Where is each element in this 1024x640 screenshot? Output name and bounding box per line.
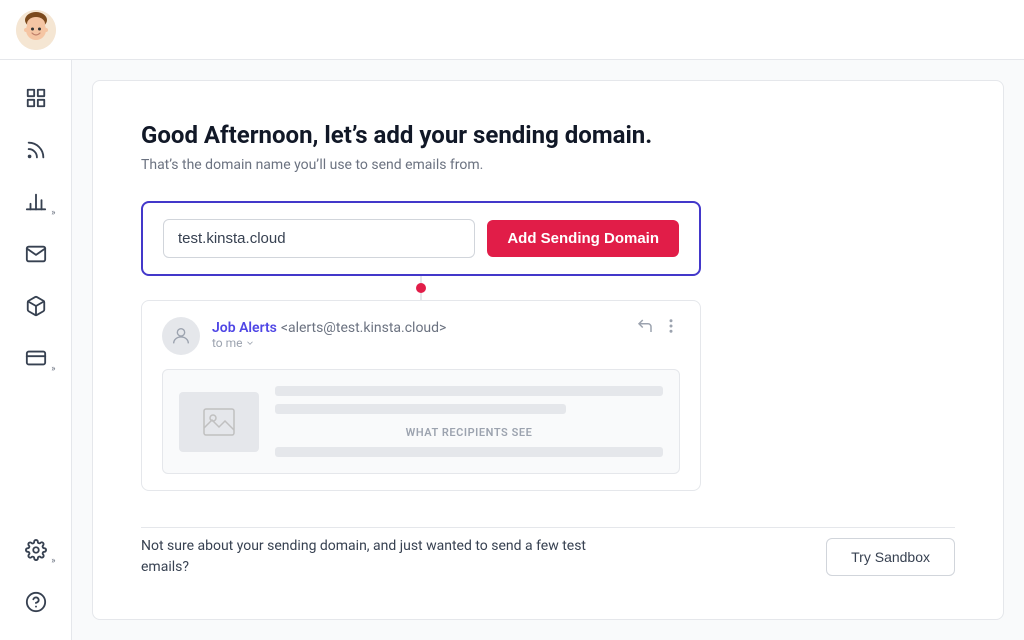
chevron-down-icon — [245, 338, 255, 348]
domain-input-box: Add Sending Domain — [141, 201, 701, 276]
grid-icon — [25, 87, 47, 109]
bottom-text: Not sure about your sending domain, and … — [141, 536, 621, 578]
bar-chart-icon — [25, 191, 47, 213]
chevron-icon: » — [51, 208, 55, 218]
template-icon — [25, 295, 47, 317]
sidebar-item-billing[interactable]: » — [14, 336, 58, 380]
placeholder-line-3 — [275, 447, 663, 457]
recipients-label: WHAT RECIPIENTS SEE — [275, 426, 663, 439]
header — [0, 0, 1024, 60]
try-sandbox-button[interactable]: Try Sandbox — [826, 538, 955, 576]
domain-input[interactable] — [163, 219, 475, 258]
email-actions — [636, 317, 680, 335]
content-card: Good Afternoon, let’s add your sending d… — [92, 80, 1004, 620]
email-preview-card: Job Alerts <alerts@test.kinsta.cloud> to… — [141, 300, 701, 491]
text-placeholder-area: WHAT RECIPIENTS SEE — [275, 386, 663, 457]
email-sender-address: <alerts@test.kinsta.cloud> — [281, 320, 447, 336]
sidebar-item-rss[interactable] — [14, 128, 58, 172]
sidebar-item-templates[interactable] — [14, 284, 58, 328]
email-sender-details: Job Alerts <alerts@test.kinsta.cloud> to… — [212, 317, 446, 350]
email-icon — [25, 243, 47, 265]
avatar[interactable] — [16, 10, 56, 50]
email-sender-name-row: Job Alerts <alerts@test.kinsta.cloud> — [212, 317, 446, 336]
main-layout: » » — [0, 60, 1024, 640]
avatar-image — [16, 10, 56, 50]
page-title: Good Afternoon, let’s add your sending d… — [141, 121, 955, 149]
email-to-row: to me — [212, 336, 446, 350]
email-avatar — [162, 317, 200, 355]
chevron-icon: » — [51, 556, 55, 566]
placeholder-line-2 — [275, 404, 566, 414]
bottom-section: Not sure about your sending domain, and … — [141, 527, 955, 578]
help-icon — [25, 591, 47, 613]
image-placeholder — [179, 392, 259, 452]
sidebar: » » — [0, 60, 72, 640]
email-body-placeholder: WHAT RECIPIENTS SEE — [162, 369, 680, 474]
email-header-row: Job Alerts <alerts@test.kinsta.cloud> to… — [162, 317, 680, 355]
content-area: Good Afternoon, let’s add your sending d… — [72, 60, 1024, 640]
email-sender-name: Job Alerts — [212, 320, 277, 336]
sidebar-item-email[interactable] — [14, 232, 58, 276]
more-options-icon[interactable] — [662, 317, 680, 335]
email-sender-info: Job Alerts <alerts@test.kinsta.cloud> to… — [162, 317, 446, 355]
placeholder-line-1 — [275, 386, 663, 396]
page-subtitle: That’s the domain name you’ll use to sen… — [141, 157, 955, 173]
connector-line — [141, 276, 701, 300]
sidebar-bottom: » — [14, 528, 58, 624]
chevron-icon: » — [51, 364, 55, 374]
image-icon — [203, 408, 235, 436]
reply-icon[interactable] — [636, 317, 654, 335]
gear-icon — [25, 539, 47, 561]
add-domain-button[interactable]: Add Sending Domain — [487, 220, 679, 257]
rss-icon — [25, 139, 47, 161]
sidebar-item-dashboard[interactable] — [14, 76, 58, 120]
sidebar-item-analytics[interactable]: » — [14, 180, 58, 224]
billing-icon — [25, 347, 47, 369]
connector-dot — [416, 283, 426, 293]
person-icon — [170, 325, 192, 347]
sidebar-item-settings[interactable]: » — [14, 528, 58, 572]
sidebar-item-help[interactable] — [14, 580, 58, 624]
